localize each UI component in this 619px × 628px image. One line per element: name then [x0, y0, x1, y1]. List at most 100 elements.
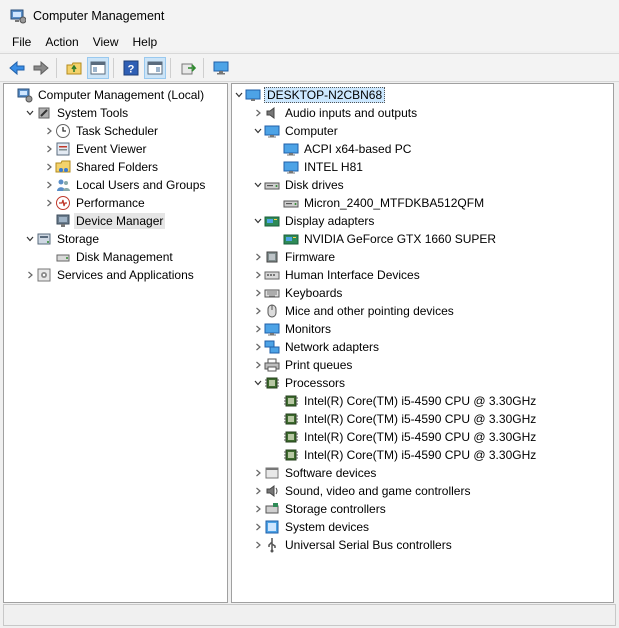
- chevron-down-icon[interactable]: [24, 230, 36, 248]
- device-tree-item[interactable]: Universal Serial Bus controllers: [252, 536, 454, 554]
- chevron-down-icon[interactable]: [252, 212, 264, 230]
- forward-icon[interactable]: [30, 57, 52, 79]
- no-chevron: [43, 212, 55, 230]
- console-tree-item[interactable]: Device Manager: [43, 212, 166, 230]
- chevron-right-icon[interactable]: [252, 464, 264, 482]
- chevron-right-icon[interactable]: [43, 140, 55, 158]
- software-device-icon: [264, 465, 280, 481]
- display-adapter-icon: [283, 231, 299, 247]
- device-tree-item[interactable]: Display adapters: [252, 212, 376, 230]
- back-icon[interactable]: [6, 57, 28, 79]
- chevron-right-icon[interactable]: [252, 104, 264, 122]
- export-icon[interactable]: [177, 57, 199, 79]
- console-tree-item[interactable]: System Tools: [24, 104, 130, 122]
- keyboard-icon: [264, 285, 280, 301]
- help-icon[interactable]: ?: [120, 57, 142, 79]
- chevron-right-icon[interactable]: [252, 302, 264, 320]
- menu-help[interactable]: Help: [127, 35, 166, 49]
- device-tree-item[interactable]: Intel(R) Core(TM) i5-4590 CPU @ 3.30GHz: [271, 392, 538, 410]
- computer-icon: [245, 87, 261, 103]
- device-tree-item[interactable]: Human Interface Devices: [252, 266, 422, 284]
- chevron-down-icon[interactable]: [24, 104, 36, 122]
- chevron-right-icon[interactable]: [43, 158, 55, 176]
- chevron-right-icon[interactable]: [252, 284, 264, 302]
- console-tree-item[interactable]: Storage: [24, 230, 101, 248]
- chevron-right-icon[interactable]: [252, 320, 264, 338]
- console-tree-item[interactable]: Task Scheduler: [43, 122, 160, 140]
- chevron-right-icon[interactable]: [252, 500, 264, 518]
- device-tree-item[interactable]: Intel(R) Core(TM) i5-4590 CPU @ 3.30GHz: [271, 410, 538, 428]
- storage-icon: [36, 231, 52, 247]
- console-tree-item-label: Shared Folders: [76, 160, 159, 174]
- printer-icon: [264, 357, 280, 373]
- device-tree-item[interactable]: Sound, video and game controllers: [252, 482, 472, 500]
- sound-icon: [264, 483, 280, 499]
- device-tree-item[interactable]: Disk drives: [252, 176, 346, 194]
- menu-action[interactable]: Action: [39, 35, 86, 49]
- toolbar-separator: [203, 57, 204, 78]
- status-bar: [3, 604, 616, 626]
- chevron-right-icon[interactable]: [252, 266, 264, 284]
- console-tree-pane[interactable]: Computer Management (Local) System Tools T…: [3, 83, 228, 603]
- device-tree-item[interactable]: Software devices: [252, 464, 378, 482]
- console-tree-item[interactable]: Local Users and Groups: [43, 176, 207, 194]
- device-tree-item[interactable]: Intel(R) Core(TM) i5-4590 CPU @ 3.30GHz: [271, 428, 538, 446]
- console-tree-item[interactable]: Shared Folders: [43, 158, 160, 176]
- system-tools-icon: [36, 105, 52, 121]
- device-tree-item[interactable]: Print queues: [252, 356, 354, 374]
- display-adapter-icon: [264, 213, 280, 229]
- chevron-right-icon[interactable]: [252, 338, 264, 356]
- disk-drive-icon: [283, 195, 299, 211]
- up-folder-icon[interactable]: [63, 57, 85, 79]
- console-tree-item[interactable]: Event Viewer: [43, 140, 148, 158]
- device-tree-item[interactable]: INTEL H81: [271, 158, 365, 176]
- device-tree-item[interactable]: Mice and other pointing devices: [252, 302, 456, 320]
- chevron-right-icon[interactable]: [252, 356, 264, 374]
- monitor-icon: [264, 321, 280, 337]
- chevron-right-icon[interactable]: [43, 176, 55, 194]
- chevron-right-icon[interactable]: [252, 248, 264, 266]
- properties-icon[interactable]: [144, 56, 166, 79]
- device-tree-item-label: Display adapters: [285, 214, 375, 228]
- chevron-right-icon[interactable]: [24, 266, 36, 284]
- device-tree-item[interactable]: Monitors: [252, 320, 333, 338]
- device-tree-item-label: System devices: [285, 520, 370, 534]
- chevron-down-icon[interactable]: [252, 374, 264, 392]
- console-tree-item[interactable]: Disk Management: [43, 248, 175, 266]
- console-tree-item-label: Storage: [57, 232, 100, 246]
- menu-file[interactable]: File: [0, 35, 39, 49]
- device-tree-item-label: Human Interface Devices: [285, 268, 420, 282]
- console-tree-item[interactable]: Computer Management (Local): [5, 86, 206, 104]
- device-tree-item-label: Processors: [285, 376, 346, 390]
- device-tree-item[interactable]: Network adapters: [252, 338, 381, 356]
- console-tree-item[interactable]: Services and Applications: [24, 266, 196, 284]
- chevron-right-icon[interactable]: [43, 122, 55, 140]
- no-chevron: [271, 428, 283, 446]
- chevron-down-icon[interactable]: [252, 176, 264, 194]
- device-tree-item[interactable]: Computer: [252, 122, 340, 140]
- show-hide-tree-icon[interactable]: [87, 56, 109, 79]
- chevron-right-icon[interactable]: [252, 482, 264, 500]
- device-tree-pane[interactable]: DESKTOP-N2CBN68 Audio inputs and outputs C…: [231, 83, 614, 603]
- device-tree-item[interactable]: Firmware: [252, 248, 337, 266]
- device-tree-item[interactable]: Audio inputs and outputs: [252, 104, 419, 122]
- console-tree-item-label: Services and Applications: [57, 268, 194, 282]
- chevron-right-icon[interactable]: [252, 536, 264, 554]
- device-tree-item[interactable]: Processors: [252, 374, 347, 392]
- device-tree-item[interactable]: System devices: [252, 518, 371, 536]
- event-viewer-icon: [55, 141, 71, 157]
- device-tree-item[interactable]: ACPI x64-based PC: [271, 140, 413, 158]
- menu-view[interactable]: View: [87, 35, 127, 49]
- device-tree-item[interactable]: Micron_2400_MTFDKBA512QFM: [271, 194, 486, 212]
- console-tree-item[interactable]: Performance: [43, 194, 147, 212]
- chevron-right-icon[interactable]: [43, 194, 55, 212]
- device-tree-item[interactable]: Keyboards: [252, 284, 344, 302]
- device-tree-item[interactable]: NVIDIA GeForce GTX 1660 SUPER: [271, 230, 498, 248]
- device-tree-item[interactable]: DESKTOP-N2CBN68: [233, 86, 386, 104]
- device-tree-item[interactable]: Storage controllers: [252, 500, 388, 518]
- chevron-down-icon[interactable]: [252, 122, 264, 140]
- monitor-icon[interactable]: [210, 57, 232, 79]
- device-tree-item[interactable]: Intel(R) Core(TM) i5-4590 CPU @ 3.30GHz: [271, 446, 538, 464]
- chevron-right-icon[interactable]: [252, 518, 264, 536]
- chevron-down-icon[interactable]: [233, 86, 245, 104]
